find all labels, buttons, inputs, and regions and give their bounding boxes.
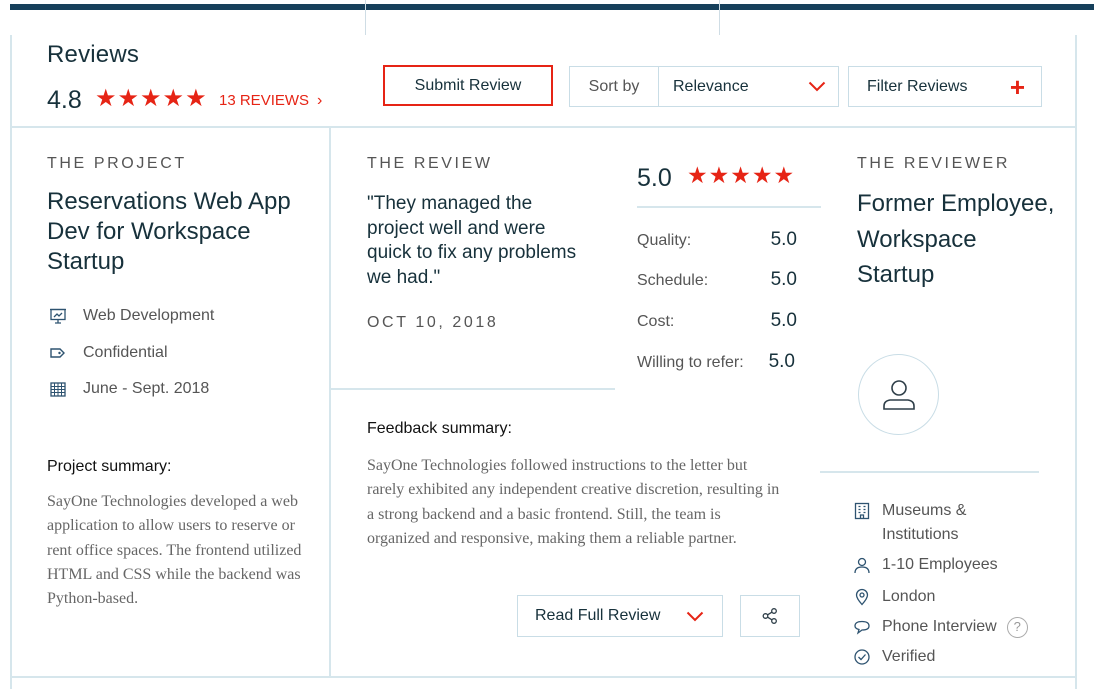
project-service: Web Development xyxy=(47,307,214,325)
read-full-review-button[interactable]: Read Full Review xyxy=(517,595,723,637)
chat-bubble-icon xyxy=(852,615,872,639)
reviewer-interview: Phone Interview ? xyxy=(852,615,1028,639)
project-title: Reservations Web App Dev for Workspace S… xyxy=(47,188,291,275)
project-summary-heading: Project summary: xyxy=(47,458,172,475)
score-value: 5.0 xyxy=(770,310,797,331)
share-icon xyxy=(762,608,777,624)
card-top-border xyxy=(10,126,1077,128)
top-divider xyxy=(365,0,366,35)
feedback-summary-heading: Feedback summary: xyxy=(367,420,512,437)
filter-reviews-button[interactable]: Filter Reviews + xyxy=(848,66,1042,107)
calendar-icon xyxy=(47,380,69,398)
feedback-summary-text: SayOne Technologies followed instruction… xyxy=(367,457,780,547)
review-count-label: 13 REVIEWS xyxy=(219,92,310,109)
overall-stars: ★★★★★ xyxy=(687,162,796,188)
reviewer-interview-label: Phone Interview xyxy=(882,618,997,635)
review-date: OCT 10, 2018 xyxy=(367,314,499,331)
check-circle-icon xyxy=(852,645,872,669)
person-icon xyxy=(852,553,872,577)
reviews-heading: Reviews xyxy=(47,41,140,68)
score-label: Willing to refer: xyxy=(637,354,744,371)
column-divider xyxy=(329,127,331,677)
project-budget-label: Confidential xyxy=(83,344,168,361)
read-full-review-label: Read Full Review xyxy=(535,607,661,624)
top-divider xyxy=(719,0,720,35)
project-service-label: Web Development xyxy=(83,307,215,324)
reviewer-verified-label: Verified xyxy=(882,648,936,665)
help-icon[interactable]: ? xyxy=(1006,616,1028,638)
review-section-label: THE REVIEW xyxy=(367,155,493,172)
review-quote: "They managed the project well and were … xyxy=(367,193,577,288)
filter-reviews-label: Filter Reviews xyxy=(867,77,968,95)
review-count-link[interactable]: 13 REVIEWS › xyxy=(219,92,322,110)
sort-value: Relevance xyxy=(673,77,749,95)
plus-icon: + xyxy=(1009,71,1025,102)
score-label: Quality: xyxy=(637,232,692,249)
building-icon xyxy=(852,499,872,523)
frame-border-bottom xyxy=(10,676,1077,678)
score-row: Schedule: 5.0 xyxy=(637,269,797,291)
score-row: Willing to refer: 5.0 xyxy=(637,351,795,373)
score-row: Cost: 5.0 xyxy=(637,310,797,332)
chevron-down-icon xyxy=(686,611,704,621)
frame-border-right xyxy=(1075,35,1077,689)
avatar xyxy=(858,354,939,435)
user-icon xyxy=(882,379,915,410)
chevron-right-icon: › xyxy=(317,92,323,109)
reviewer-section-label: THE REVIEWER xyxy=(857,155,1010,172)
chevron-down-icon xyxy=(808,81,826,92)
reviewer-industry: Museums & Institutions xyxy=(852,499,1022,547)
score-value: 5.0 xyxy=(770,269,797,290)
project-dates-label: June - Sept. 2018 xyxy=(83,380,210,397)
overall-score: 5.0 xyxy=(637,164,672,192)
review-divider xyxy=(330,388,615,390)
sort-label: Sort by xyxy=(570,67,659,106)
score-value: 5.0 xyxy=(770,229,797,250)
average-rating: 4.8 xyxy=(47,86,82,114)
score-value: 5.0 xyxy=(768,351,795,372)
reviewer-industry-label: Museums & Institutions xyxy=(882,502,967,543)
project-section-label: THE PROJECT xyxy=(47,155,187,172)
reviewer-name: Former Employee, Workspace Startup xyxy=(857,190,1055,288)
score-divider xyxy=(637,206,821,208)
score-row: Quality: 5.0 xyxy=(637,229,797,251)
reviewer-divider xyxy=(820,471,1039,473)
presentation-icon xyxy=(47,307,69,325)
sort-select[interactable]: Relevance xyxy=(659,67,838,106)
reviewer-location-label: London xyxy=(882,588,936,605)
sort-control: Sort by Relevance xyxy=(569,66,839,107)
project-dates: June - Sept. 2018 xyxy=(47,380,209,398)
frame-border-left xyxy=(10,35,12,689)
top-accent-bar xyxy=(10,4,1094,10)
average-stars: ★★★★★ xyxy=(95,85,208,112)
reviewer-verified: Verified xyxy=(852,645,935,669)
tag-icon xyxy=(47,344,69,362)
submit-review-button[interactable]: Submit Review xyxy=(383,65,553,106)
reviewer-company-size-label: 1-10 Employees xyxy=(882,556,998,573)
share-button[interactable] xyxy=(740,595,800,637)
score-label: Schedule: xyxy=(637,272,709,289)
project-budget: Confidential xyxy=(47,344,168,362)
reviewer-company-size: 1-10 Employees xyxy=(852,553,998,577)
reviewer-location: London xyxy=(852,585,935,609)
location-pin-icon xyxy=(852,585,872,609)
score-label: Cost: xyxy=(637,313,675,330)
project-summary-text: SayOne Technologies developed a web appl… xyxy=(47,493,302,608)
